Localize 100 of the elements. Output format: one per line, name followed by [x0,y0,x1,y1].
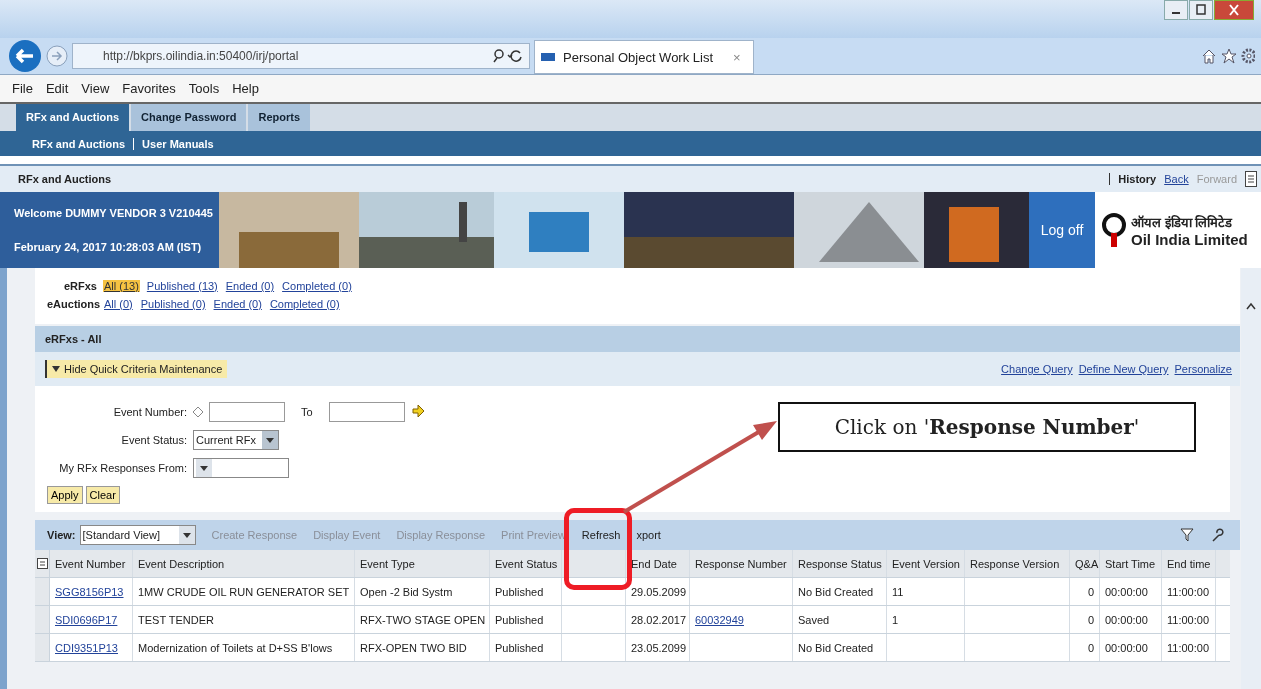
view-label: View: [47,529,76,541]
toolbar-action[interactable]: Refresh [581,529,621,541]
scroll-up-icon[interactable] [1246,302,1256,310]
column-header[interactable]: Event Number [55,557,126,570]
minimize-icon[interactable] [1164,0,1188,20]
table-cell: 00:00:00 [1105,585,1148,598]
column-header[interactable]: Event Version [892,557,960,570]
dropdown[interactable] [193,458,289,478]
section-header: eRFxs - All [35,326,1240,352]
table-cell: 11:00:00 [1167,585,1209,598]
column-header[interactable]: Response Version [970,557,1060,570]
query-link[interactable]: Change Query [1001,363,1073,375]
history-menu[interactable]: History [1109,173,1157,185]
column-header[interactable]: Event Description [138,557,225,570]
menu-item[interactable]: Favorites [122,81,176,96]
filter-link[interactable]: All (13) [103,280,140,292]
table-cell: 11:00:00 [1167,613,1209,626]
menu-item[interactable]: Help [232,81,259,96]
logo-text: Oil India Limited [1131,230,1248,248]
table-cell: RFX-OPEN TWO BID [360,641,467,654]
scrollbar[interactable] [1241,268,1261,689]
query-link[interactable]: Personalize [1174,363,1232,375]
filter-link[interactable]: Published (13) [145,280,219,292]
table-cell: Published [495,641,544,654]
home-icon[interactable] [1201,48,1217,64]
menu-item[interactable]: View [81,81,110,96]
column-header[interactable]: Response Number [695,557,787,570]
page-title: RFx and Auctions [18,173,112,185]
table-cell: 0 [1087,641,1094,654]
column-header[interactable]: Event Status [495,557,558,570]
browser-tab[interactable]: Personal Object Work List × [534,40,754,74]
column-header[interactable]: End Date [631,557,677,570]
tab-close[interactable]: × [733,49,741,65]
diamond-icon [193,407,203,417]
view-dropdown[interactable]: [Standard View] [79,525,196,545]
wrench-icon[interactable] [1210,528,1224,542]
table-cell: TEST TENDER [138,613,214,626]
table-link[interactable]: CDI9351P13 [55,641,118,654]
dropdown[interactable]: Current RFx [193,430,279,450]
menu-item[interactable]: File [12,81,33,96]
menu-item[interactable]: Tools [188,81,220,96]
date-text: February 24, 2017 10:28:03 AM (IST) [14,241,203,253]
column-header[interactable]: Q&A [1075,557,1099,570]
field-label: Event Number: [112,406,187,418]
form-button[interactable]: Apply [47,486,83,504]
menu-item[interactable]: Edit [45,81,69,96]
maximize-icon[interactable] [1189,0,1213,20]
caret-icon [196,459,212,477]
menu-icon[interactable] [1245,171,1257,187]
caret-icon [262,431,278,449]
filter-link[interactable]: Ended (0) [212,298,263,310]
triangle-icon [52,366,60,372]
table-link[interactable]: 60032949 [695,613,744,626]
sub-nav-link[interactable]: User Manuals [133,137,214,150]
close-icon[interactable] [1214,0,1254,20]
address-bar[interactable]: http://bkprs.oilindia.in:50400/irj/portal [72,43,530,69]
column-header[interactable]: Start Time [1105,557,1156,570]
column-header[interactable]: Response Status [798,557,882,570]
filter-link[interactable]: Ended (0) [224,280,276,292]
filter-link[interactable]: Completed (0) [268,298,341,310]
table-cell: Saved [798,613,830,626]
portal-tab[interactable]: RFx and Auctions [16,104,132,131]
table-link[interactable]: SDI0696P17 [55,613,118,626]
query-link[interactable]: Define New Query [1078,363,1169,375]
filter-label: eRFxs [62,280,97,292]
table-cell: 00:00:00 [1105,641,1148,654]
table-cell: Open -2 Bid Systm [360,585,453,598]
filter-icon[interactable] [1180,528,1194,542]
column-header[interactable]: Event Type [360,557,415,570]
table-cell: 11 [892,585,904,598]
portal-tab[interactable]: Change Password [131,104,249,131]
table-cell: 1MW CRUDE OIL RUN GENERATOR SET [138,585,350,598]
search-icon [493,49,523,63]
table-cell: 28.02.2017 [631,613,687,626]
toolbar-action[interactable]: xport [636,529,661,541]
settings-icon[interactable] [1241,48,1255,64]
table-cell: 1 [892,613,899,626]
back-link[interactable]: Back [1164,173,1189,185]
arrow-icon[interactable] [410,404,425,420]
table-cell: 23.05.2099 [631,641,687,654]
back-icon[interactable] [8,39,42,73]
select-all-icon[interactable] [36,558,48,569]
column-header[interactable]: End time [1167,557,1211,570]
hide-criteria-toggle[interactable]: Hide Quick Criteria Maintenance [45,360,228,378]
table-cell: Published [495,585,544,598]
table-link[interactable]: SGG8156P13 [55,585,124,598]
filter-link[interactable]: Completed (0) [281,280,353,292]
logo-icon [1101,213,1127,247]
logo-hindi-text: ऑयल इंडिया लिमिटेड [1131,213,1234,231]
filter-link[interactable]: Published (0) [139,298,207,310]
sub-nav-link[interactable]: RFx and Auctions [32,137,126,150]
form-button[interactable]: Clear [85,486,120,504]
portal-tab[interactable]: Reports [248,104,313,131]
input-field[interactable] [209,402,285,422]
table-cell: No Bid Created [798,585,874,598]
input-field[interactable] [328,402,405,422]
table-cell: 00:00:00 [1105,613,1148,626]
filter-link[interactable]: All (0) [103,298,134,310]
log-off-button[interactable]: Log off [1029,192,1095,268]
star-icon[interactable] [1221,48,1237,64]
